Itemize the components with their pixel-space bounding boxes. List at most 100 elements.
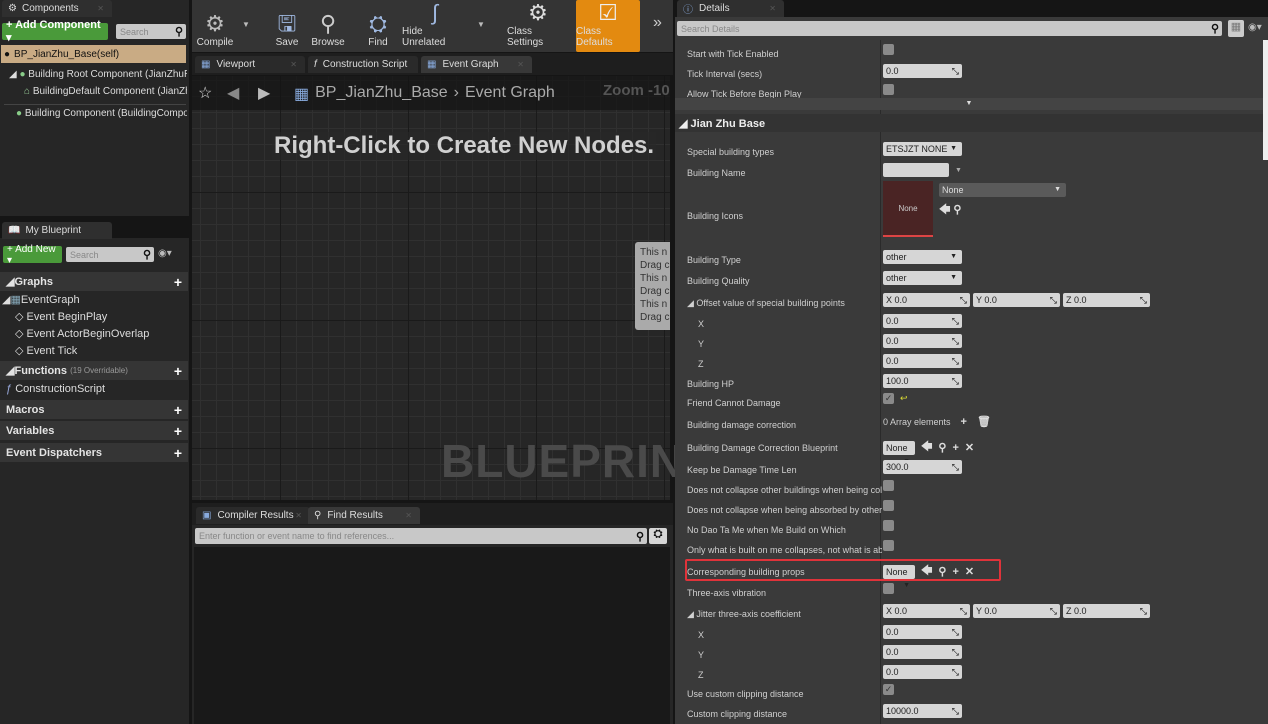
category-graphs[interactable]: ◢ Graphs + bbox=[0, 272, 188, 291]
texture-thumbnail[interactable]: None bbox=[883, 181, 933, 237]
checkbox[interactable]: ✓ bbox=[883, 393, 894, 404]
dropdown[interactable]: ETSJZT NONE bbox=[883, 142, 962, 156]
toolbar-overflow-icon[interactable]: » bbox=[653, 14, 662, 32]
close-icon[interactable]: ✕ bbox=[769, 4, 776, 13]
close-icon[interactable]: ✕ bbox=[97, 4, 104, 13]
back-arrow-icon[interactable]: ◀ bbox=[227, 83, 239, 103]
delete-all-icon[interactable]: 🗑 bbox=[977, 415, 991, 428]
add-variable-button[interactable]: + bbox=[174, 423, 182, 439]
add-icon[interactable]: + bbox=[952, 442, 958, 454]
component-self-row[interactable]: ● BP_JianZhu_Base(self) bbox=[1, 45, 186, 63]
add-function-button[interactable]: + bbox=[174, 363, 182, 379]
add-component-button[interactable]: + Add Component ▾ bbox=[2, 19, 108, 44]
dropdown[interactable]: other bbox=[883, 250, 962, 264]
details-scrollbar[interactable] bbox=[1263, 40, 1268, 160]
close-icon[interactable]: ✕ bbox=[517, 60, 524, 69]
components-search-input[interactable]: Search ⚲ bbox=[116, 24, 186, 39]
advanced-expander[interactable]: ▼ bbox=[675, 98, 1263, 110]
checkbox[interactable] bbox=[883, 520, 894, 531]
section-header-jian-zhu-base[interactable]: ◢ Jian Zhu Base bbox=[675, 114, 1263, 132]
category-macros[interactable]: Macros + bbox=[0, 400, 188, 419]
tab-details[interactable]: ⓘ Details ✕ bbox=[677, 0, 784, 17]
property-matrix-button[interactable]: ▦ bbox=[1228, 20, 1244, 37]
add-dispatcher-button[interactable]: + bbox=[174, 445, 182, 461]
dropdown[interactable]: other bbox=[883, 271, 962, 285]
tab-my-blueprint[interactable]: 📖 My Blueprint bbox=[2, 222, 112, 239]
asset-dropdown[interactable]: None bbox=[883, 440, 915, 469]
browse-button[interactable]: ⚲ Browse bbox=[308, 0, 348, 52]
tab-viewport[interactable]: ▦ Viewport ✕ bbox=[195, 56, 305, 73]
dropdown-arrow-icon[interactable]: ▼ bbox=[955, 167, 962, 174]
save-button[interactable]: 🖫 Save bbox=[272, 0, 302, 52]
number-input[interactable]: 0.0 bbox=[883, 314, 962, 328]
number-input[interactable]: 0.0 bbox=[883, 354, 962, 368]
vector-x-input[interactable]: X 0.0 bbox=[883, 604, 970, 618]
category-functions[interactable]: ◢ Functions (19 Overridable) + bbox=[0, 361, 188, 380]
vector-y-input[interactable]: Y 0.0 bbox=[973, 293, 1060, 307]
find-button[interactable]: ⛭ Find bbox=[363, 0, 393, 52]
close-icon[interactable]: ✕ bbox=[405, 511, 412, 520]
visibility-eye-icon[interactable]: ◉▾ bbox=[1248, 22, 1262, 33]
browse-magnifier-icon[interactable]: ⚲ bbox=[953, 204, 961, 216]
checkbox[interactable] bbox=[883, 540, 894, 551]
event-graph-item[interactable]: ◢▦EventGraph bbox=[2, 293, 80, 306]
component-item[interactable]: ◢ ● Building Root Component (JianZhuRoot bbox=[9, 69, 187, 80]
comment-node[interactable]: This n Drag c This n Drag c This n Drag c bbox=[635, 242, 670, 330]
number-input[interactable]: 100.0 bbox=[883, 374, 962, 388]
event-item[interactable]: ◇ Event BeginPlay bbox=[15, 310, 107, 323]
number-input[interactable]: 0.0 bbox=[883, 645, 962, 659]
event-item[interactable]: ◇ Event Tick bbox=[15, 344, 77, 357]
use-selected-arrow-icon[interactable]: 🡄 bbox=[939, 204, 953, 216]
tab-construction-script[interactable]: f Construction Script bbox=[308, 56, 418, 73]
hide-unrelated-dropdown-icon[interactable]: ▼ bbox=[477, 20, 485, 29]
text-input[interactable] bbox=[883, 163, 949, 177]
component-item[interactable]: ⌂ BuildingDefault Component (JianZhu bbox=[24, 86, 187, 97]
forward-arrow-icon[interactable]: ▶ bbox=[258, 83, 270, 103]
find-references-input[interactable]: Enter function or event name to find ref… bbox=[195, 528, 647, 544]
browse-magnifier-icon[interactable]: ⚲ bbox=[938, 441, 946, 454]
class-defaults-button[interactable]: ☑ Class Defaults bbox=[576, 0, 640, 52]
compile-button[interactable]: ⚙ Compile bbox=[194, 0, 236, 52]
checkbox[interactable] bbox=[883, 500, 894, 511]
asset-dropdown[interactable]: None bbox=[939, 182, 1066, 197]
add-new-button[interactable]: + Add New ▾ bbox=[3, 244, 62, 266]
close-icon[interactable]: ✕ bbox=[295, 511, 302, 520]
compile-dropdown-icon[interactable]: ▼ bbox=[242, 20, 250, 29]
close-icon[interactable]: ✕ bbox=[290, 60, 297, 69]
checkbox[interactable] bbox=[883, 84, 894, 95]
number-input[interactable]: 10000.0 bbox=[883, 704, 962, 718]
checkbox[interactable]: ✓ bbox=[883, 684, 894, 695]
checkbox[interactable] bbox=[883, 44, 894, 55]
function-item[interactable]: ƒ ConstructionScript bbox=[6, 383, 105, 395]
clear-icon[interactable]: ✕ bbox=[965, 441, 974, 454]
number-input[interactable]: 0.0 bbox=[883, 665, 962, 679]
number-input[interactable]: 0.0 bbox=[883, 334, 962, 348]
number-input[interactable]: 300.0 bbox=[883, 460, 962, 474]
find-binoculars-button[interactable]: ⛭ bbox=[649, 528, 667, 544]
reset-to-default-icon[interactable]: ↩ bbox=[900, 393, 908, 404]
vector-z-input[interactable]: Z 0.0 bbox=[1063, 293, 1150, 307]
blueprint-search-input[interactable]: Search ⚲ bbox=[66, 247, 154, 262]
tab-find-results[interactable]: ⚲ Find Results ✕ bbox=[308, 507, 420, 524]
checkbox[interactable] bbox=[883, 480, 894, 491]
vector-x-input[interactable]: X 0.0 bbox=[883, 293, 970, 307]
tab-compiler-results[interactable]: ▣ Compiler Results ✕ bbox=[196, 507, 310, 524]
number-input[interactable]: 0.0 bbox=[883, 625, 962, 639]
favorite-star-icon[interactable]: ☆ bbox=[198, 83, 212, 103]
category-event-dispatchers[interactable]: Event Dispatchers + bbox=[0, 443, 188, 462]
add-element-icon[interactable]: + bbox=[961, 416, 967, 428]
vector-z-input[interactable]: Z 0.0 bbox=[1063, 604, 1150, 618]
vector-y-input[interactable]: Y 0.0 bbox=[973, 604, 1060, 618]
use-selected-arrow-icon[interactable]: 🡄 bbox=[921, 438, 932, 457]
component-item[interactable]: ● Building Component (BuildingCompone bbox=[16, 108, 187, 119]
class-settings-button[interactable]: ⚙ Class Settings bbox=[507, 0, 569, 52]
hide-unrelated-button[interactable]: ∫ Hide Unrelated bbox=[402, 0, 468, 52]
number-input[interactable]: 0.0 bbox=[883, 64, 962, 78]
search-details-input[interactable]: Search Details ⚲ bbox=[677, 21, 1222, 36]
checkbox[interactable] bbox=[883, 583, 894, 594]
event-item[interactable]: ◇ Event ActorBeginOverlap bbox=[15, 327, 149, 340]
add-graph-button[interactable]: + bbox=[174, 274, 182, 290]
visibility-eye-icon[interactable]: ◉▾ bbox=[158, 248, 172, 259]
category-variables[interactable]: Variables + bbox=[0, 421, 188, 440]
add-macro-button[interactable]: + bbox=[174, 402, 182, 418]
